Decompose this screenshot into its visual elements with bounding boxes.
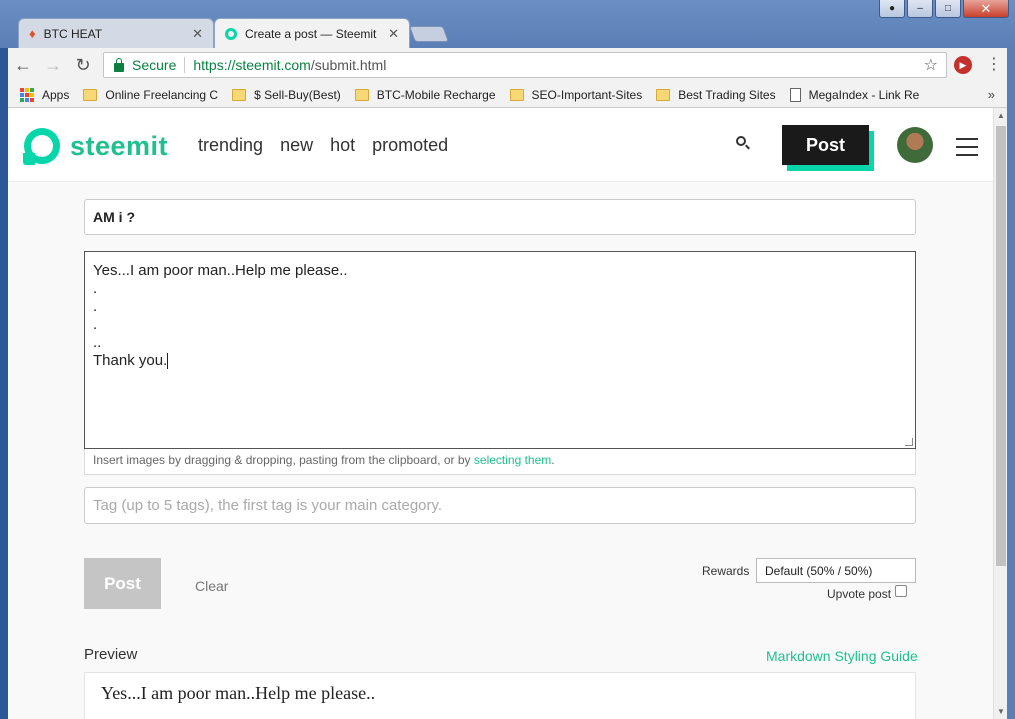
tab-btc-heat[interactable]: ♦ BTC HEAT ✕ (18, 18, 214, 48)
nav-promoted[interactable]: promoted (372, 135, 448, 156)
bookmark-sell-buy[interactable]: $ Sell-Buy(Best) (232, 88, 341, 102)
folder-icon (509, 88, 524, 101)
bookmark-label: Online Freelancing C (105, 87, 219, 102)
main-nav: trending new hot promoted (198, 135, 448, 156)
browser-toolbar: ← → ↻ Secure https://steemit.com/submit.… (8, 48, 1007, 82)
browser-menu-icon[interactable]: ⋮ (986, 54, 1002, 74)
body-line: Yes...I am poor man..Help me please.. (93, 262, 348, 279)
text-caret (167, 353, 169, 370)
page-viewport: steemit trending new hot promoted Post A… (8, 108, 993, 719)
tab-title: Create a post — Steemit (245, 26, 377, 41)
submit-post-button[interactable]: Post (84, 558, 161, 609)
steemit-logo-icon (23, 128, 60, 165)
user-icon[interactable]: ● (879, 0, 905, 18)
scroll-down-icon[interactable]: ▼ (997, 707, 1005, 716)
preview-content: Yes...I am poor man..Help me please.. (84, 672, 916, 719)
body-line: . (93, 298, 98, 315)
bookmark-label: BTC-Mobile Recharge (376, 87, 496, 102)
folder-icon (354, 88, 369, 101)
reload-icon[interactable]: ↻ (68, 55, 98, 76)
tag-input[interactable]: Tag (up to 5 tags), the first tag is you… (84, 487, 916, 524)
bookmark-label: $ Sell-Buy(Best) (254, 87, 341, 102)
body-line: .. (93, 334, 102, 351)
apps-grid-icon (20, 87, 34, 102)
resize-grip-icon[interactable] (905, 438, 913, 446)
tab-title: BTC HEAT (43, 26, 103, 41)
extension-play-icon[interactable]: ▶ (954, 56, 972, 74)
bookmarks-overflow-icon[interactable]: » (988, 87, 995, 102)
scroll-up-icon[interactable]: ▲ (997, 111, 1005, 120)
lock-icon (114, 57, 124, 72)
page-icon (789, 87, 801, 102)
folder-icon (83, 88, 98, 101)
upload-hint-suffix: . (551, 453, 555, 467)
post-title-input[interactable]: AM i ? (84, 199, 916, 235)
nav-trending[interactable]: trending (198, 135, 263, 156)
body-line: . (93, 316, 98, 333)
upvote-checkbox[interactable] (895, 585, 907, 597)
bookmark-online-freelancing[interactable]: Online Freelancing C (83, 88, 218, 102)
select-images-link[interactable]: selecting them (474, 453, 551, 467)
new-tab-button[interactable] (409, 26, 449, 42)
bookmark-trading-sites[interactable]: Best Trading Sites (656, 87, 776, 102)
secure-label: Secure (132, 57, 177, 73)
steemit-logo[interactable]: steemit (23, 128, 169, 165)
window-frame (1007, 48, 1015, 719)
bookmark-label: Apps (42, 87, 70, 102)
clear-button[interactable]: Clear (195, 578, 228, 594)
header-post-button[interactable]: Post (782, 125, 869, 165)
avatar[interactable] (897, 127, 933, 163)
site-header: steemit trending new hot promoted Post (8, 108, 993, 182)
bookmark-star-icon[interactable]: ☆ (924, 55, 938, 75)
window-controls: ● ‒ □ ✕ (879, 0, 1009, 18)
hamburger-menu-icon[interactable] (956, 138, 978, 162)
nav-hot[interactable]: hot (330, 135, 355, 156)
bookmark-label: MegaIndex - Link Re (808, 87, 920, 102)
body-line: Thank you. (93, 352, 168, 369)
upload-hint-text: Insert images by dragging & dropping, pa… (93, 453, 474, 467)
page-scrollbar[interactable]: ▲ ▼ (993, 108, 1007, 719)
rewards-label: Rewards (702, 564, 750, 578)
search-icon[interactable] (736, 136, 750, 150)
maximize-button[interactable]: □ (935, 0, 961, 18)
fire-icon: ♦ (29, 26, 36, 41)
folder-icon (656, 88, 671, 101)
post-body-textarea[interactable]: Yes...I am poor man..Help me please.. . … (84, 251, 916, 449)
close-icon[interactable]: ✕ (388, 26, 399, 42)
bookmark-btc-mobile[interactable]: BTC-Mobile Recharge (354, 87, 496, 102)
upvote-label: Upvote post (827, 587, 892, 601)
scrollbar-thumb[interactable] (996, 126, 1006, 566)
close-icon[interactable]: ✕ (192, 26, 203, 42)
url-host: https://steemit.com (193, 57, 311, 73)
back-arrow-icon[interactable]: ← (8, 55, 38, 76)
rewards-select[interactable]: Default (50% / 50%) (756, 558, 916, 583)
header-post-button-wrap: Post (782, 125, 874, 171)
folder-icon (232, 88, 247, 101)
logo-text: steemit (70, 130, 169, 161)
markdown-guide-link[interactable]: Markdown Styling Guide (766, 648, 918, 664)
bookmarks-bar: Apps Online Freelancing C $ Sell-Buy(Bes… (8, 82, 1007, 108)
preview-heading: Preview (84, 646, 138, 663)
upload-hint: Insert images by dragging & dropping, pa… (84, 449, 916, 475)
body-line: . (93, 280, 98, 297)
tab-create-post[interactable]: Create a post — Steemit ✕ (214, 18, 410, 48)
forward-arrow-icon[interactable]: → (38, 55, 68, 76)
divider (184, 57, 186, 73)
bookmark-seo-sites[interactable]: SEO-Important-Sites (509, 87, 643, 102)
bookmark-megaindex[interactable]: MegaIndex - Link Re (789, 87, 920, 102)
nav-new[interactable]: new (280, 135, 313, 156)
steemit-favicon-icon (225, 27, 237, 40)
bookmark-apps[interactable]: Apps (8, 87, 70, 102)
address-bar[interactable]: Secure https://steemit.com/submit.html ☆ (103, 52, 947, 78)
close-button[interactable]: ✕ (963, 0, 1009, 18)
url-path: /submit.html (310, 57, 387, 73)
bookmark-label: Best Trading Sites (678, 87, 776, 102)
bookmark-label: SEO-Important-Sites (531, 87, 643, 102)
minimize-button[interactable]: ‒ (907, 0, 933, 18)
